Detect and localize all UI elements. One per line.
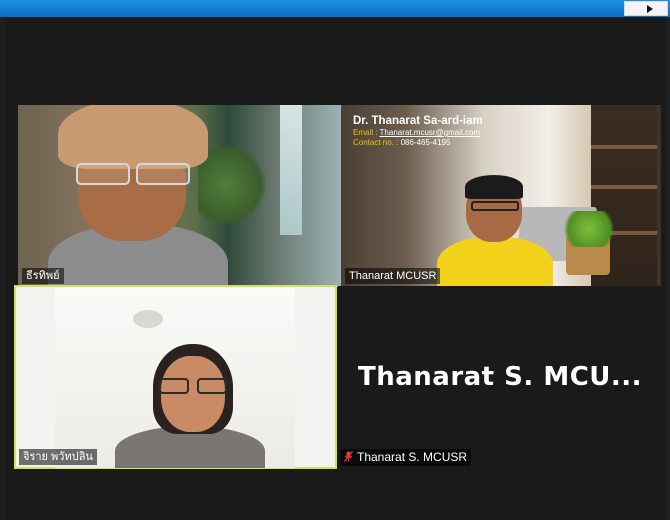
participant-name-tag: Thanarat S. MCUSR (340, 449, 472, 466)
participant-glasses (76, 163, 190, 185)
card-contact-label: Contact no. : (353, 138, 399, 147)
participant-name-label: Thanarat S. MCUSR (357, 450, 468, 464)
expand-panel-button[interactable] (624, 1, 668, 16)
virtual-background-card: Dr. Thanarat Sa-ard-iam Email : Thanarat… (353, 114, 483, 148)
participant-tile-3-active-speaker[interactable]: จิราย พวัทปลิน (14, 285, 337, 469)
participant-glasses (471, 201, 519, 211)
participant-hat (58, 105, 208, 169)
participant-face (161, 356, 225, 432)
card-email-line: Email : Thanarat.mcusr@gmail.com (353, 128, 483, 138)
video-ceiling-lamp (133, 310, 163, 328)
play-arrow-icon (647, 5, 653, 13)
gallery-view: ธีรทิพย์ Dr. Thanarat Sa-ard-iam Email :… (5, 17, 666, 520)
participant-name-tag: ธีรทิพย์ (22, 268, 64, 284)
video-plant (559, 211, 619, 247)
card-email-label: Email : (353, 128, 378, 137)
participant-hair (465, 175, 523, 199)
card-email: Thanarat.mcusr@gmail.com (379, 128, 481, 137)
participant-name-tag: จิราย พวัทปลิน (19, 449, 97, 465)
participant-glasses (159, 378, 231, 394)
participant-display-name: Thanarat S. MCU... (357, 362, 643, 392)
participant-tile-2[interactable]: Dr. Thanarat Sa-ard-iam Email : Thanarat… (341, 105, 661, 287)
participant-tile-1[interactable]: ธีรทิพย์ (18, 105, 341, 287)
participant-shirt (437, 237, 553, 287)
participant-tile-4[interactable]: Thanarat S. MCU... Thanarat S. MCUSR (338, 286, 662, 468)
card-contact: 086-465-4195 (400, 138, 451, 147)
video-foliage (198, 145, 268, 225)
card-contact-line: Contact no. : 086-465-4195 (353, 138, 483, 148)
window-titlebar (0, 0, 670, 17)
mic-off-icon (344, 451, 353, 465)
participant-name-tag: Thanarat MCUSR (345, 268, 441, 284)
card-title: Dr. Thanarat Sa-ard-iam (353, 115, 483, 127)
video-waterfall (280, 105, 302, 235)
